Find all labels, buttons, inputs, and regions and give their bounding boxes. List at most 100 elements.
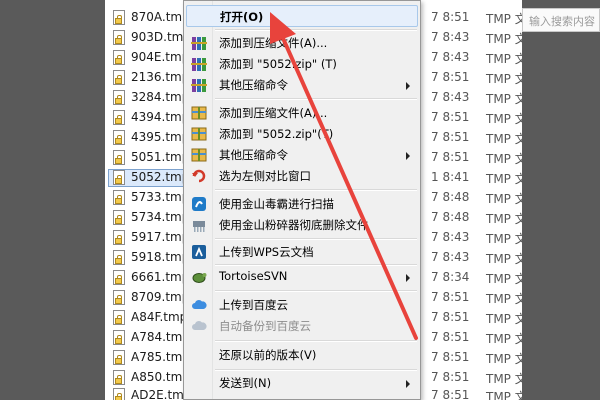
file-type: TMP 文 bbox=[486, 272, 522, 286]
file-date: 7 8:51 bbox=[431, 370, 470, 384]
file-name: 8709.tmp bbox=[131, 290, 190, 304]
file-name: 5052.tmp bbox=[131, 170, 190, 184]
menu-item-label: 使用金山粉碎器彻底删除文件 bbox=[219, 218, 369, 232]
menu-separator bbox=[215, 189, 417, 191]
winrar-icon bbox=[191, 58, 207, 71]
file-type: TMP 文 bbox=[486, 390, 522, 400]
file-type: TMP 文 bbox=[486, 112, 522, 126]
locked-file-icon bbox=[113, 190, 125, 205]
menu-item-other-compress-2[interactable]: 其他压缩命令 bbox=[186, 144, 418, 166]
baidu-cloud-icon bbox=[192, 299, 207, 309]
file-type: TMP 文 bbox=[486, 32, 522, 46]
file-name: A785.tmp bbox=[131, 350, 190, 364]
menu-item-duba-scan[interactable]: 使用金山毒霸进行扫描 bbox=[186, 193, 418, 215]
locked-file-icon bbox=[113, 250, 125, 265]
locked-file-icon bbox=[113, 170, 125, 185]
file-name: 5917.tmp bbox=[131, 230, 190, 244]
file-type: TMP 文 bbox=[486, 232, 522, 246]
menu-item-add-to-archive-2[interactable]: 添加到压缩文件(A)... bbox=[186, 102, 418, 124]
file-date: 7 8:51 bbox=[431, 130, 470, 144]
menu-item-other-compress[interactable]: 其他压缩命令 bbox=[186, 74, 418, 96]
menu-item-send-to[interactable]: 发送到(N) bbox=[186, 372, 418, 394]
file-date: 7 8:51 bbox=[431, 388, 470, 400]
file-type: TMP 文 bbox=[486, 372, 522, 386]
menu-separator bbox=[215, 340, 417, 342]
file-date: 7 8:48 bbox=[431, 210, 470, 224]
winrar-icon bbox=[191, 79, 207, 92]
menu-separator bbox=[215, 290, 417, 292]
locked-file-icon bbox=[113, 30, 125, 45]
menu-item-label: 添加到 "5052.zip" (T) bbox=[219, 57, 337, 71]
file-type: TMP 文 bbox=[486, 72, 522, 86]
menu-item-open[interactable]: 打开(O) bbox=[186, 5, 418, 27]
menu-item-label: 添加到 "5052.zip"(T) bbox=[219, 127, 334, 141]
compare-icon bbox=[192, 169, 206, 183]
locked-file-icon bbox=[113, 290, 125, 305]
file-type: TMP 文 bbox=[486, 252, 522, 266]
menu-item-shred-file[interactable]: 使用金山粉碎器彻底删除文件 bbox=[186, 214, 418, 236]
file-name: 4394.tmp bbox=[131, 110, 190, 124]
menu-item-select-left-compare[interactable]: 选为左侧对比窗口 bbox=[186, 165, 418, 187]
file-type: TMP 文 bbox=[486, 152, 522, 166]
file-date: 7 8:51 bbox=[431, 110, 470, 124]
menu-item-add-to-zip-2[interactable]: 添加到 "5052.zip"(T) bbox=[186, 123, 418, 145]
locked-file-icon bbox=[113, 388, 125, 400]
menu-item-upload-baidu[interactable]: 上传到百度云 bbox=[186, 294, 418, 316]
context-menu: 打开(O) 添加到压缩文件(A)... 添加到 "5052.zip" (T) 其… bbox=[183, 0, 421, 400]
locked-file-icon bbox=[113, 10, 125, 25]
file-name: 5733.tmp bbox=[131, 190, 190, 204]
menu-item-upload-wps[interactable]: 上传到WPS云文档 bbox=[186, 241, 418, 263]
locked-file-icon bbox=[113, 150, 125, 165]
submenu-arrow-icon bbox=[406, 152, 410, 160]
archive-icon bbox=[191, 106, 207, 120]
locked-file-icon bbox=[113, 330, 125, 345]
locked-file-icon bbox=[113, 210, 125, 225]
menu-separator bbox=[215, 98, 417, 100]
menu-item-tortoisesvn[interactable]: TortoiseSVN bbox=[186, 266, 418, 288]
file-name: A84F.tmp bbox=[131, 310, 188, 324]
menu-item-label: 选为左侧对比窗口 bbox=[219, 169, 311, 183]
file-date: 7 8:43 bbox=[431, 30, 470, 44]
file-date: 7 8:43 bbox=[431, 90, 470, 104]
file-type: TMP 文 bbox=[486, 132, 522, 146]
menu-item-auto-backup-baidu[interactable]: 自动备份到百度云 bbox=[186, 315, 418, 337]
locked-file-icon bbox=[113, 370, 125, 385]
wps-cloud-icon bbox=[192, 245, 206, 259]
locked-file-icon bbox=[113, 270, 125, 285]
file-name: 904E.tmp bbox=[131, 50, 190, 64]
locked-file-icon bbox=[113, 310, 125, 325]
file-date: 7 8:51 bbox=[431, 310, 470, 324]
menu-item-add-to-archive[interactable]: 添加到压缩文件(A)... bbox=[186, 32, 418, 54]
search-input[interactable]: 输入搜索内容 bbox=[522, 8, 600, 32]
menu-item-add-to-zip[interactable]: 添加到 "5052.zip" (T) bbox=[186, 53, 418, 75]
menu-item-label: 添加到压缩文件(A)... bbox=[219, 106, 328, 120]
file-name: 5918.tmp bbox=[131, 250, 190, 264]
submenu-arrow-icon bbox=[406, 380, 410, 388]
file-name: 903D.tmp bbox=[131, 30, 191, 44]
winrar-icon bbox=[191, 37, 207, 50]
file-name: 5051.tmp bbox=[131, 150, 190, 164]
menu-item-restore-previous[interactable]: 还原以前的版本(V) bbox=[186, 344, 418, 366]
file-date: 7 8:43 bbox=[431, 230, 470, 244]
menu-item-label: 还原以前的版本(V) bbox=[219, 348, 317, 362]
file-name: 4395.tmp bbox=[131, 130, 190, 144]
file-type: TMP 文 bbox=[486, 12, 522, 26]
tortoisesvn-icon bbox=[192, 273, 207, 283]
menu-item-label: 添加到压缩文件(A)... bbox=[219, 36, 328, 50]
file-date: 7 8:51 bbox=[431, 330, 470, 344]
file-date: 7 8:51 bbox=[431, 70, 470, 84]
duba-icon bbox=[192, 197, 206, 211]
archive-icon bbox=[191, 127, 207, 141]
file-name: 5734.tmp bbox=[131, 210, 190, 224]
menu-separator bbox=[215, 238, 417, 240]
locked-file-icon bbox=[113, 50, 125, 65]
file-type: TMP 文 bbox=[486, 352, 522, 366]
file-date: 7 8:51 bbox=[431, 10, 470, 24]
menu-separator bbox=[215, 369, 417, 371]
file-type: TMP 文 bbox=[486, 52, 522, 66]
locked-file-icon bbox=[113, 350, 125, 365]
file-type: TMP 文 bbox=[486, 212, 522, 226]
file-date: 7 8:43 bbox=[431, 50, 470, 64]
file-date: 7 8:34 bbox=[431, 270, 470, 284]
left-backdrop bbox=[0, 0, 105, 400]
